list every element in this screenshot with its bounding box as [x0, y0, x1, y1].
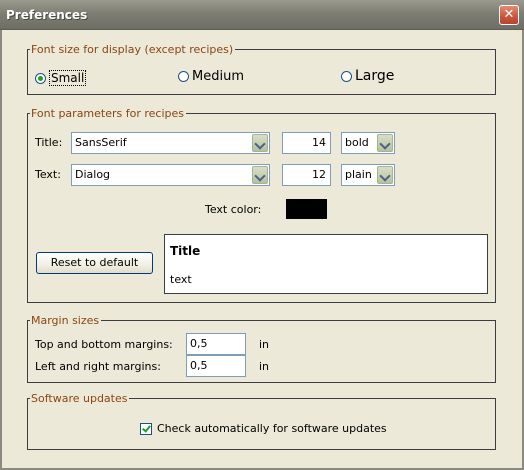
chevron-down-icon[interactable] — [252, 166, 268, 184]
font-size-group: Font size for display (except recipes) — [27, 43, 496, 95]
auto-update-checkbox-box[interactable] — [140, 422, 152, 435]
text-row-label: Text: — [35, 168, 61, 181]
font-params-group-legend: Font parameters for recipes — [31, 107, 185, 120]
title-font-select[interactable]: SansSerif — [71, 132, 270, 154]
left-right-margin-value: 0,5 — [190, 359, 208, 372]
radio-medium-label: Medium — [192, 69, 244, 84]
updates-group: Software updates — [27, 392, 496, 450]
title-bar: Preferences ✕ — [0, 0, 524, 30]
radio-medium[interactable]: Medium — [178, 69, 244, 84]
text-size-value: 12 — [312, 168, 326, 181]
recipe-preview: Title text — [164, 234, 488, 294]
auto-update-label: Check automatically for software updates — [157, 422, 387, 435]
margins-group-legend: Margin sizes — [31, 314, 100, 327]
text-style-value: plain — [345, 168, 372, 181]
updates-group-legend: Software updates — [31, 392, 128, 405]
top-bottom-margin-unit: in — [259, 338, 270, 351]
title-size-field[interactable]: 14 — [282, 132, 331, 154]
text-size-field[interactable]: 12 — [282, 164, 331, 186]
chevron-down-icon[interactable] — [377, 166, 393, 184]
top-bottom-margin-label: Top and bottom margins: — [35, 338, 173, 351]
left-right-margin-field[interactable]: 0,5 — [186, 355, 246, 377]
text-font-value: Dialog — [75, 168, 111, 181]
text-color-swatch[interactable] — [286, 199, 327, 219]
close-button[interactable]: ✕ — [499, 5, 519, 25]
font-size-group-legend: Font size for display (except recipes) — [31, 43, 234, 56]
chevron-down-icon[interactable] — [377, 134, 393, 152]
title-row-label: Title: — [35, 136, 63, 149]
radio-large-label: Large — [355, 68, 395, 84]
preview-title: Title — [170, 244, 201, 258]
radio-small-label: Small — [49, 70, 87, 86]
chevron-down-icon[interactable] — [252, 134, 268, 152]
preview-text: text — [170, 273, 192, 286]
radio-large[interactable]: Large — [341, 68, 394, 84]
left-right-margin-unit: in — [259, 360, 270, 373]
close-icon: ✕ — [503, 7, 515, 22]
text-color-label: Text color: — [205, 203, 262, 216]
left-right-margin-label: Left and right margins: — [35, 360, 161, 373]
title-font-value: SansSerif — [75, 136, 127, 149]
top-bottom-margin-value: 0,5 — [190, 337, 208, 350]
radio-small[interactable]: Small — [35, 70, 87, 86]
text-style-select[interactable]: plain — [341, 164, 395, 186]
title-style-value: bold — [345, 136, 369, 149]
radio-large-indicator[interactable] — [341, 70, 352, 82]
reset-default-button[interactable]: Reset to default — [36, 252, 153, 274]
radio-medium-indicator[interactable] — [178, 71, 189, 82]
top-bottom-margin-field[interactable]: 0,5 — [186, 333, 246, 355]
title-style-select[interactable]: bold — [341, 132, 395, 154]
radio-small-indicator[interactable] — [35, 72, 46, 84]
title-size-value: 14 — [312, 136, 326, 149]
auto-update-checkbox[interactable]: Check automatically for software updates — [140, 422, 387, 435]
text-font-select[interactable]: Dialog — [71, 164, 270, 186]
window-title: Preferences — [6, 8, 88, 22]
